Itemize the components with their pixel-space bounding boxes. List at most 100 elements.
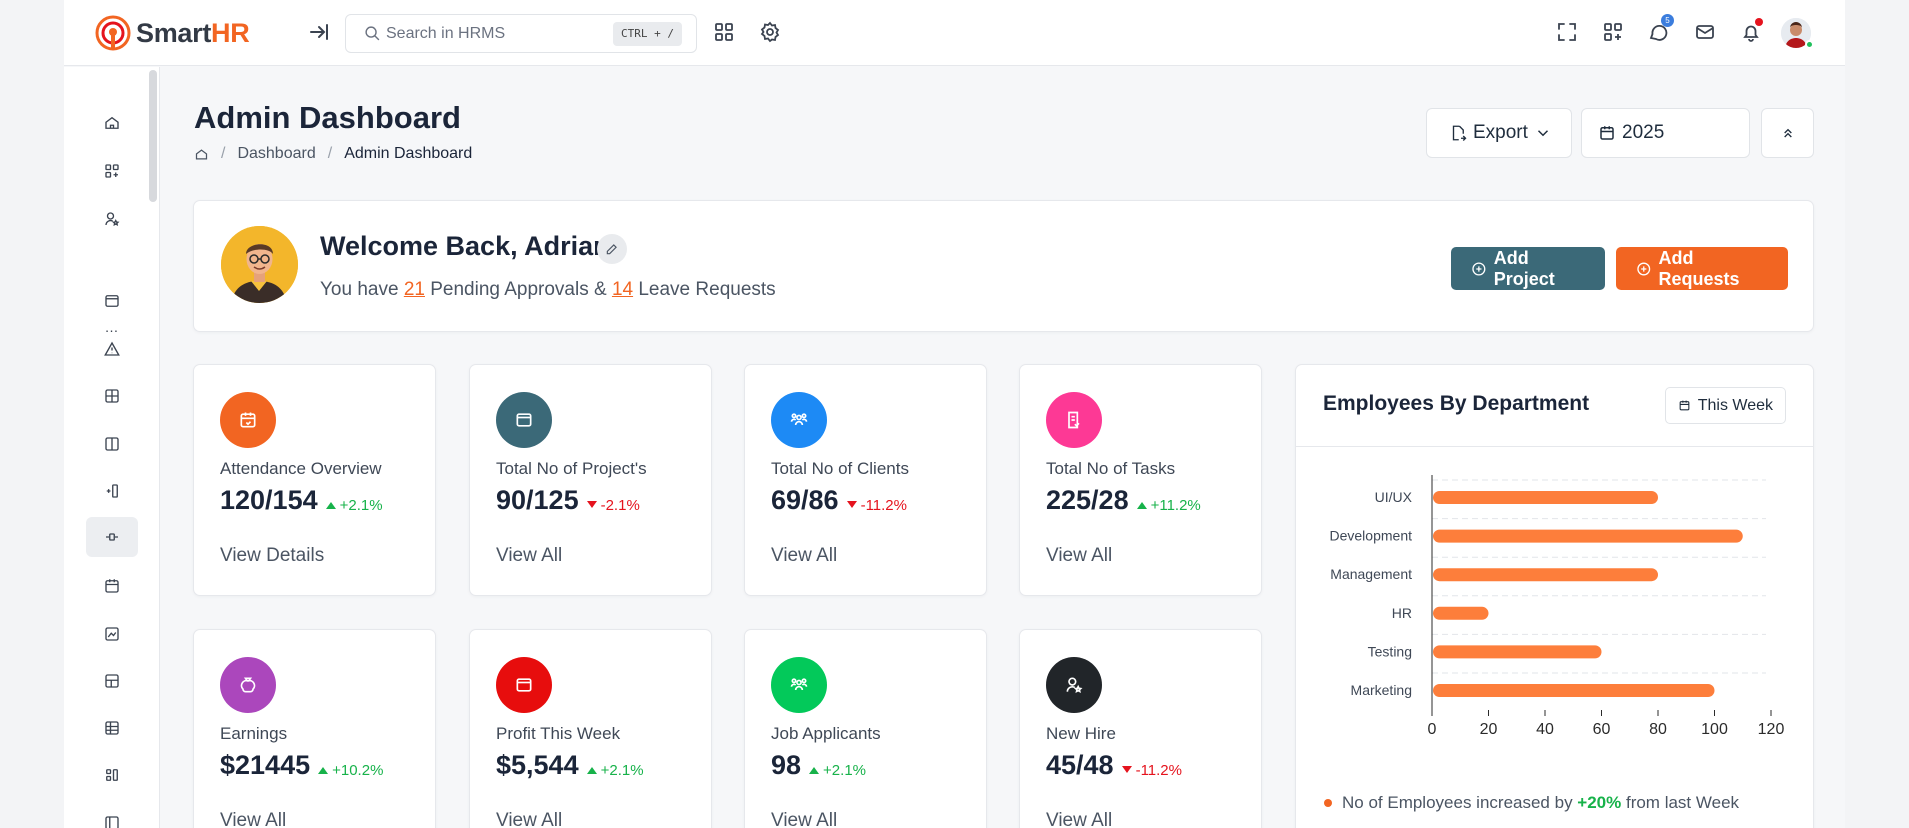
x-tick-label: 0	[1428, 721, 1437, 738]
sidebar-toggle-icon[interactable]	[307, 20, 331, 44]
stat-trend-value: +2.1%	[600, 761, 644, 779]
bar-marketing	[1433, 684, 1715, 697]
search-box[interactable]: CTRL + /	[345, 14, 697, 53]
moneybag-icon	[220, 657, 276, 713]
x-tick-label: 120	[1758, 721, 1785, 738]
stat-value: 90/125 -2.1%	[496, 485, 640, 516]
caret-down-icon	[1121, 766, 1132, 773]
add-column-icon	[106, 484, 118, 498]
stat-value: 69/86 -11.2%	[771, 485, 907, 516]
welcome-card: Welcome Back, Adrian You have 21 Pending…	[193, 200, 1814, 332]
breadcrumb-current: Admin Dashboard	[344, 145, 473, 162]
breadcrumb-home-icon[interactable]	[194, 147, 209, 162]
logo-text-smart: Smart	[136, 17, 212, 48]
browser-icon	[105, 295, 119, 307]
notification-button[interactable]	[1739, 18, 1763, 44]
stat-value-number: 225/28	[1046, 485, 1129, 515]
export-label: Export	[1473, 122, 1528, 143]
sidebar-item-calendar[interactable]	[86, 566, 138, 606]
fullscreen-icon[interactable]	[1555, 20, 1579, 44]
employees-by-department-card: Employees By Department This Week UI/UX D…	[1295, 364, 1814, 828]
sidebar-item-table[interactable]	[86, 376, 138, 416]
sidebar-item-active[interactable]	[86, 517, 138, 557]
breadcrumb-link-dashboard[interactable]: Dashboard	[237, 145, 315, 163]
stat-view-link[interactable]: View All	[496, 810, 562, 828]
stat-view-link[interactable]: View All	[771, 545, 837, 567]
stat-card: Total No of Project's 90/125 -2.1% View All	[469, 364, 712, 596]
caret-down-icon	[846, 501, 857, 508]
avatar-image	[221, 226, 298, 303]
stat-trend: +11.2%	[1136, 497, 1201, 514]
page-margin-left	[0, 0, 64, 828]
leave-requests-link[interactable]: 14	[612, 279, 633, 300]
this-week-filter[interactable]: This Week	[1664, 387, 1786, 424]
breadcrumb-separator: /	[327, 145, 333, 162]
sidebar-item-add-column[interactable]	[86, 471, 138, 511]
logo[interactable]: SmartHR	[94, 14, 250, 52]
stat-label: New Hire	[1046, 724, 1116, 743]
chat-button[interactable]: 5	[1647, 14, 1674, 44]
year-picker[interactable]: 2025	[1581, 108, 1750, 158]
caret-up-icon	[586, 767, 597, 774]
bar-uiux	[1433, 491, 1658, 504]
logo-text: SmartHR	[136, 17, 250, 49]
stat-view-link[interactable]: View All	[1046, 810, 1112, 828]
calendar-icon	[1679, 400, 1690, 411]
stat-label: Profit This Week	[496, 724, 621, 743]
bar-hr	[1433, 606, 1489, 620]
mail-icon[interactable]	[1693, 20, 1717, 44]
layout-icon[interactable]	[1601, 20, 1625, 44]
sidebar-item-home[interactable]	[86, 103, 138, 143]
sidebar-item-employees[interactable]	[86, 199, 138, 239]
search-input[interactable]	[386, 23, 606, 45]
stat-value-number: $5,544	[496, 750, 579, 780]
calendar-check-icon	[220, 392, 276, 448]
chevron-down-icon	[1537, 130, 1548, 137]
export-dropdown[interactable]: Export	[1426, 108, 1572, 158]
sidebar-scrollbar[interactable]	[149, 70, 157, 202]
footer-suffix: from last Week	[1621, 793, 1740, 812]
apps-grid-icon[interactable]	[712, 20, 736, 44]
sidebar-item-columns[interactable]	[86, 424, 138, 464]
welcome-subtitle: You have 21 Pending Approvals & 14 Leave…	[320, 279, 776, 301]
sidebar-item-components[interactable]	[86, 755, 138, 795]
stat-trend: -11.2%	[1121, 762, 1182, 779]
stat-view-link[interactable]: View Details	[220, 545, 324, 567]
sidebar-item-grid-table[interactable]	[86, 708, 138, 748]
stat-view-link[interactable]: View All	[220, 810, 286, 828]
stat-value-number: 120/154	[220, 485, 318, 515]
add-requests-button[interactable]: Add Requests	[1616, 247, 1788, 290]
stat-view-link[interactable]: View All	[771, 810, 837, 828]
sidebar-item-browser[interactable]	[86, 281, 138, 321]
sidebar-layout-icon	[105, 816, 119, 828]
department-card-title: Employees By Department	[1323, 392, 1590, 415]
y-tick-label: Marketing	[1351, 682, 1412, 698]
pending-approvals-link[interactable]: 21	[404, 279, 425, 300]
stat-label: Attendance Overview	[220, 459, 382, 478]
stat-trend: -11.2%	[846, 497, 907, 514]
stat-view-link[interactable]: View All	[496, 545, 562, 567]
settings-gear-icon[interactable]	[758, 20, 782, 44]
sidebar-item-chart[interactable]	[86, 614, 138, 654]
add-project-label: Add Project	[1493, 247, 1555, 289]
stat-card: Earnings $21445 +10.2% View All	[193, 629, 436, 828]
add-project-button[interactable]: Add Project	[1451, 247, 1605, 290]
year-value: 2025	[1622, 122, 1665, 143]
collapse-header-button[interactable]	[1761, 108, 1814, 158]
page-title: Admin Dashboard	[194, 100, 461, 135]
stat-value: $21445 +10.2%	[220, 750, 383, 781]
sidebar-item-sidebar[interactable]	[86, 803, 138, 828]
notification-dot	[1755, 18, 1763, 26]
edit-profile-button[interactable]	[597, 234, 627, 264]
file-export-icon	[1452, 125, 1467, 141]
chevrons-up-icon	[1783, 128, 1792, 138]
stat-label: Total No of Project's	[496, 459, 647, 478]
footer-prefix: No of Employees increased by	[1342, 793, 1578, 812]
sidebar-item-alert[interactable]	[86, 329, 138, 369]
sidebar-item-layout[interactable]	[86, 661, 138, 701]
stat-view-link[interactable]: View All	[1046, 545, 1112, 567]
calendar-icon	[1600, 126, 1614, 140]
x-tick-label: 100	[1701, 721, 1728, 738]
sidebar-item-apps[interactable]	[86, 151, 138, 191]
edit-pencil-icon	[606, 244, 617, 255]
